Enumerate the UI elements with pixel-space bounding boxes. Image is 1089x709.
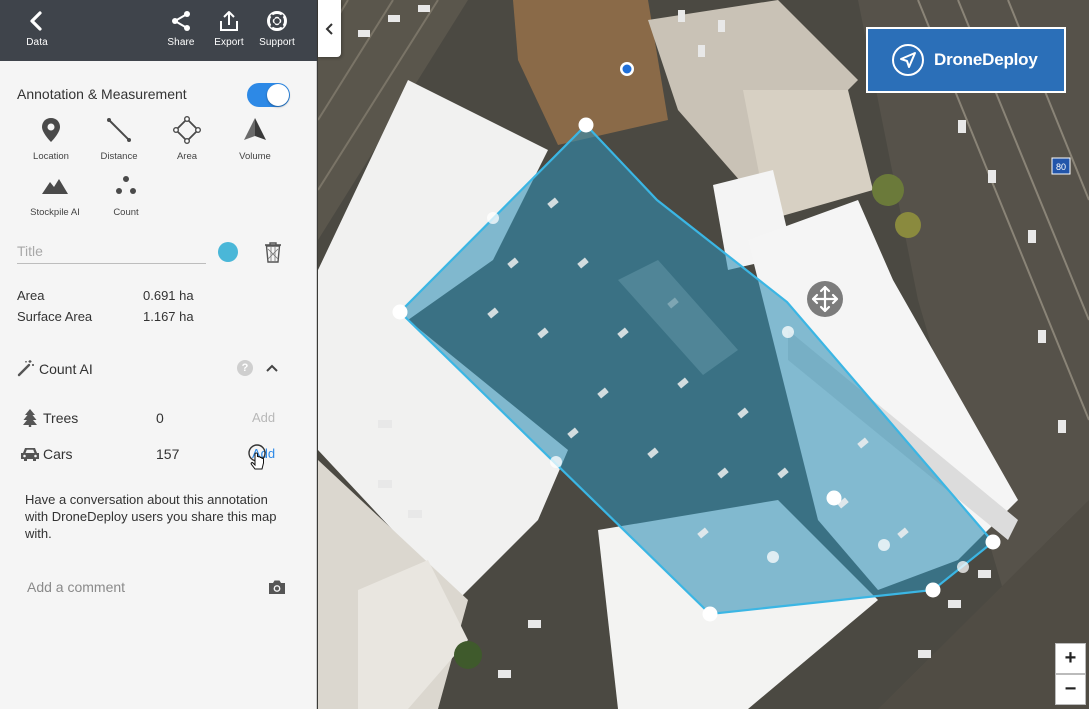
tool-count-label: Count <box>113 207 139 218</box>
tool-count[interactable]: Count <box>92 172 160 218</box>
annotation-section-title: Annotation & Measurement <box>17 86 187 102</box>
sidebar: Data Share Export Support Annotation & M… <box>0 0 317 709</box>
pin-icon <box>42 118 60 142</box>
logo-text: DroneDeploy <box>934 50 1038 69</box>
title-input[interactable] <box>17 239 206 264</box>
comment-input[interactable] <box>27 576 257 598</box>
trash-icon[interactable] <box>263 241 283 263</box>
dronedeploy-logo: DroneDeploy <box>866 27 1066 93</box>
chevron-up-icon[interactable] <box>265 361 279 375</box>
tool-volume[interactable]: Volume <box>221 116 289 162</box>
tool-stockpile-label: Stockpile AI <box>30 207 80 218</box>
color-picker[interactable] <box>218 242 238 262</box>
tool-distance[interactable]: Distance <box>85 116 153 162</box>
support-button[interactable]: Support <box>256 0 298 61</box>
share-label: Share <box>167 37 195 48</box>
polygon-icon <box>173 116 201 144</box>
three-dots-icon <box>116 176 136 194</box>
add-cars-button[interactable]: Add <box>252 446 275 461</box>
tool-location[interactable]: Location <box>17 116 85 162</box>
map-view[interactable]: 80 <box>318 0 1089 709</box>
cars-count: 157 <box>156 446 180 462</box>
pyramid-icon <box>244 118 266 140</box>
count-row-trees: Trees 0 Add <box>20 407 285 429</box>
tool-volume-label: Volume <box>239 151 271 162</box>
ruler-line-icon <box>107 118 131 142</box>
mountain-icon <box>42 179 68 194</box>
top-toolbar: Data Share Export Support <box>0 0 317 61</box>
support-label: Support <box>259 37 295 48</box>
zoom-out-button[interactable]: − <box>1055 674 1086 705</box>
tool-area-label: Area <box>176 151 198 162</box>
magic-wand-icon <box>17 360 34 377</box>
export-icon <box>220 11 238 31</box>
trees-label: Trees <box>43 410 79 426</box>
tool-area[interactable]: Area <box>153 116 221 162</box>
highway-sign-label: 80 <box>1056 162 1066 172</box>
tool-distance-label: Distance <box>100 151 138 162</box>
paper-plane-icon <box>892 44 924 76</box>
camera-icon[interactable] <box>268 579 286 595</box>
lifebuoy-icon <box>267 11 287 31</box>
add-trees-button[interactable]: Add <box>252 410 275 425</box>
metric-surface-area-value: 1.167 ha <box>143 309 194 324</box>
back-arrow-icon <box>30 11 42 31</box>
cars-label: Cars <box>43 446 73 462</box>
back-to-data-button[interactable]: Data <box>18 0 56 61</box>
data-label: Data <box>26 37 48 48</box>
metric-area-value: 0.691 ha <box>143 288 194 303</box>
tool-stockpile-ai[interactable]: Stockpile AI <box>21 172 89 218</box>
aerial-image: 80 <box>318 0 1089 709</box>
count-ai-header[interactable]: Count AI ? <box>17 359 287 379</box>
chevron-left-icon <box>325 22 333 35</box>
count-row-cars: Cars 157 Add <box>20 443 285 465</box>
toggle-knob <box>267 84 289 106</box>
tree-icon <box>23 409 37 427</box>
export-button[interactable]: Export <box>209 0 249 61</box>
export-label: Export <box>214 37 244 48</box>
collapse-sidebar-button[interactable] <box>318 0 341 57</box>
metric-area-label: Area <box>17 288 45 303</box>
conversation-text: Have a conversation about this annotatio… <box>25 492 277 541</box>
tool-location-label: Location <box>33 151 69 162</box>
metric-surface-area-label: Surface Area <box>17 309 93 324</box>
help-icon[interactable]: ? <box>237 360 253 376</box>
zoom-in-button[interactable]: + <box>1055 643 1086 674</box>
annotation-toggle[interactable] <box>247 83 290 107</box>
trees-count: 0 <box>156 410 164 426</box>
count-ai-title: Count AI <box>39 361 93 377</box>
car-icon <box>21 448 39 461</box>
share-button[interactable]: Share <box>163 0 199 61</box>
share-icon <box>172 11 190 31</box>
